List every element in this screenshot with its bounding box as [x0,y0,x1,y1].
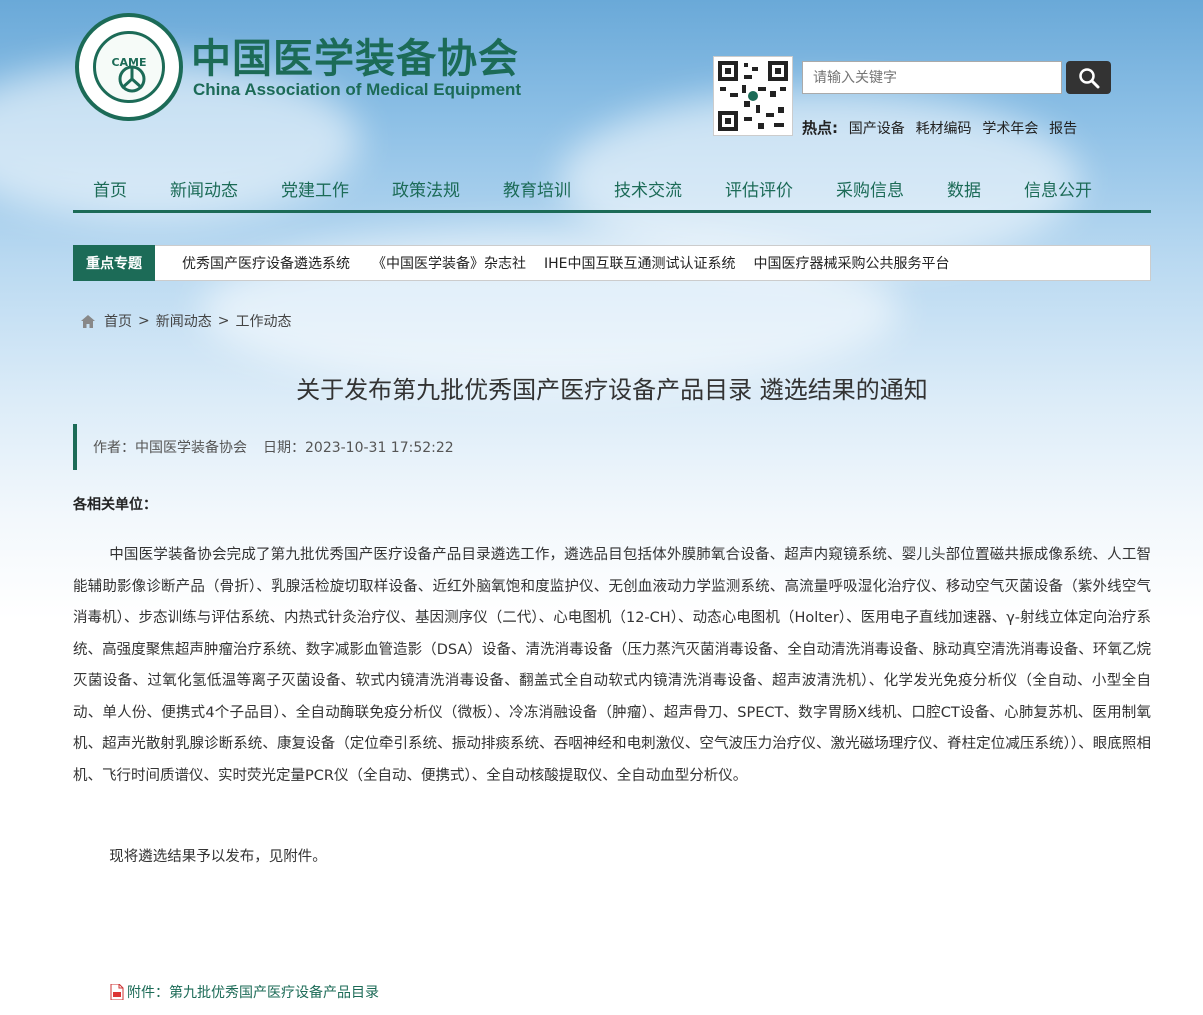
article-meta: 作者：中国医学装备协会 日期：2023-10-31 17:52:22 [73,424,454,470]
article-salutation: 各相关单位： [73,497,157,513]
topic-link-procurement-platform[interactable]: 中国医疗器械采购公共服务平台 [754,253,950,273]
brand-name-cn[interactable]: 中国医学装备协会 [191,26,519,84]
article-date: 日期：2023-10-31 17:52:22 [263,440,454,456]
main-nav: 首页 新闻动态 党建工作 政策法规 教育培训 技术交流 评估评价 采购信息 数据… [73,170,1151,210]
article-title: 关于发布第九批优秀国产医疗设备产品目录 遴选结果的通知 [296,376,928,404]
nav-item-procurement[interactable]: 采购信息 [836,170,904,210]
key-topics-label: 重点专题 [73,244,155,281]
article-paragraph: 中国医学装备协会完成了第九批优秀国产医疗设备产品目录遴选工作，遴选品目包括体外膜… [73,547,1151,784]
key-topics-bar: 重点专题 优秀国产医疗设备遴选系统 《中国医学装备》杂志社 IHE中国互联互通测… [73,244,1151,281]
hot-topics: 热点: 国产设备 耗材编码 学术年会 报告 [802,117,1083,138]
nav-item-home[interactable]: 首页 [93,170,127,210]
breadcrumb-news[interactable]: 新闻动态 [156,311,212,331]
search-input[interactable] [802,61,1062,94]
home-icon [81,314,95,328]
nav-item-tech[interactable]: 技术交流 [614,170,682,210]
breadcrumb-separator: > [217,313,230,329]
breadcrumb-home[interactable]: 首页 [104,311,132,331]
hot-link-domestic-equipment[interactable]: 国产设备 [849,121,905,137]
topic-link-selection-system[interactable]: 优秀国产医疗设备遴选系统 [182,253,350,273]
article-author: 作者：中国医学装备协会 [93,440,247,456]
topic-link-journal[interactable]: 《中国医学装备》杂志社 [372,253,526,273]
logo-symbol-icon [118,65,146,93]
nav-item-news[interactable]: 新闻动态 [170,170,238,210]
hot-link-report[interactable]: 报告 [1049,121,1077,137]
breadcrumb-separator: > [138,313,150,329]
search-icon [1078,67,1099,88]
nav-item-party[interactable]: 党建工作 [281,170,349,210]
page-container: CAME 中国医学装备协会 China Association of Medic… [73,0,1151,1015]
nav-item-evaluation[interactable]: 评估评价 [725,170,793,210]
breadcrumb: 首页 > 新闻动态 > 工作动态 [81,311,291,331]
brand-name-en[interactable]: China Association of Medical Equipment [193,80,521,100]
hot-link-consumable-codes[interactable]: 耗材编码 [916,121,972,137]
attachment: 附件：第九批优秀国产医疗设备产品目录 [110,982,379,1002]
nav-divider [73,210,1151,213]
came-logo[interactable]: CAME [75,13,183,121]
qr-code-icon [718,61,788,131]
nav-item-policy[interactable]: 政策法规 [392,170,460,210]
article-paragraph: 现将遴选结果予以发布，见附件。 [109,849,327,865]
attachment-link[interactable]: 附件：第九批优秀国产医疗设备产品目录 [127,982,379,1002]
hot-label: 热点: [802,119,838,137]
pdf-file-icon [110,984,124,1000]
logo-emblem: CAME [93,31,165,103]
hot-link-annual-conference[interactable]: 学术年会 [982,121,1038,137]
nav-item-disclosure[interactable]: 信息公开 [1024,170,1092,210]
qr-code [713,56,793,136]
breadcrumb-work-news[interactable]: 工作动态 [235,311,291,331]
search-button[interactable] [1066,61,1111,94]
nav-item-data[interactable]: 数据 [947,170,981,210]
topic-link-ihe[interactable]: IHE中国互联互通测试认证系统 [544,253,736,273]
nav-item-education[interactable]: 教育培训 [503,170,571,210]
